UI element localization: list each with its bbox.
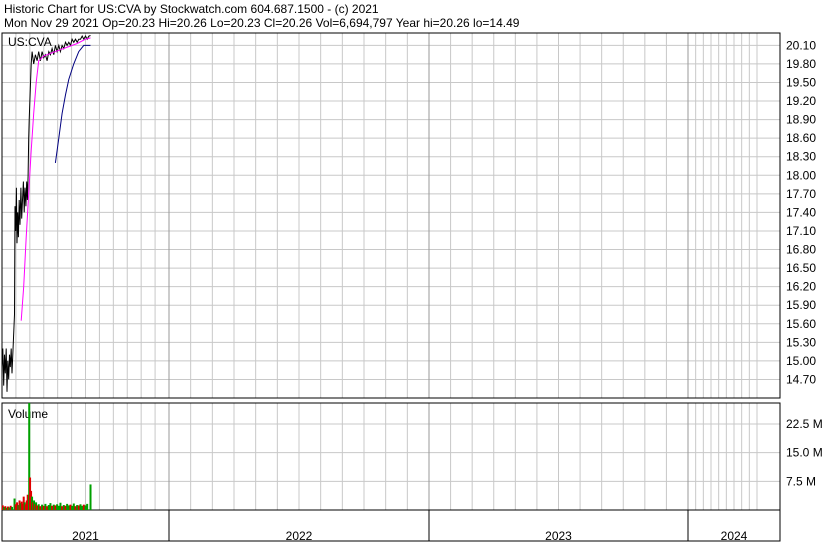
price-tick-label: 16.20 xyxy=(786,280,816,294)
chart-header-title: Historic Chart for US:CVA by Stockwatch.… xyxy=(4,2,379,16)
price-tick-label: 19.20 xyxy=(786,94,816,108)
price-tick-label: 14.70 xyxy=(786,372,816,386)
year-label: 2024 xyxy=(721,529,748,543)
price-tick-label: 17.10 xyxy=(786,224,816,238)
year-label: 2023 xyxy=(545,529,572,543)
chart-canvas: Historic Chart for US:CVA by Stockwatch.… xyxy=(0,0,830,543)
price-tick-label: 19.80 xyxy=(786,57,816,71)
price-tick-label: 18.90 xyxy=(786,113,816,127)
price-tick-label: 18.30 xyxy=(786,150,816,164)
price-tick-label: 16.80 xyxy=(786,243,816,257)
price-tick-label: 15.00 xyxy=(786,354,816,368)
volume-label: Volume xyxy=(8,407,48,421)
chart-header-stats: Mon Nov 29 2021 Op=20.23 Hi=20.26 Lo=20.… xyxy=(4,16,520,30)
volume-tick-label: 15.0 M xyxy=(786,446,823,460)
price-tick-label: 15.90 xyxy=(786,298,816,312)
stock-chart: Historic Chart for US:CVA by Stockwatch.… xyxy=(0,0,830,543)
volume-bar xyxy=(89,484,92,510)
chart-background xyxy=(0,0,830,543)
price-tick-label: 15.60 xyxy=(786,317,816,331)
volume-tick-label: 22.5 M xyxy=(786,417,823,431)
price-tick-label: 17.40 xyxy=(786,205,816,219)
price-tick-label: 16.50 xyxy=(786,261,816,275)
price-tick-label: 18.60 xyxy=(786,131,816,145)
price-tick-label: 19.50 xyxy=(786,75,816,89)
volume-bar xyxy=(11,506,14,510)
price-tick-label: 17.70 xyxy=(786,187,816,201)
price-tick-label: 18.00 xyxy=(786,168,816,182)
price-tick-label: 15.30 xyxy=(786,335,816,349)
year-label: 2022 xyxy=(286,529,313,543)
symbol-label: US:CVA xyxy=(8,35,52,49)
volume-bar xyxy=(86,503,89,510)
volume-tick-label: 7.5 M xyxy=(786,474,816,488)
year-label: 2021 xyxy=(72,529,99,543)
price-tick-label: 20.10 xyxy=(786,38,816,52)
